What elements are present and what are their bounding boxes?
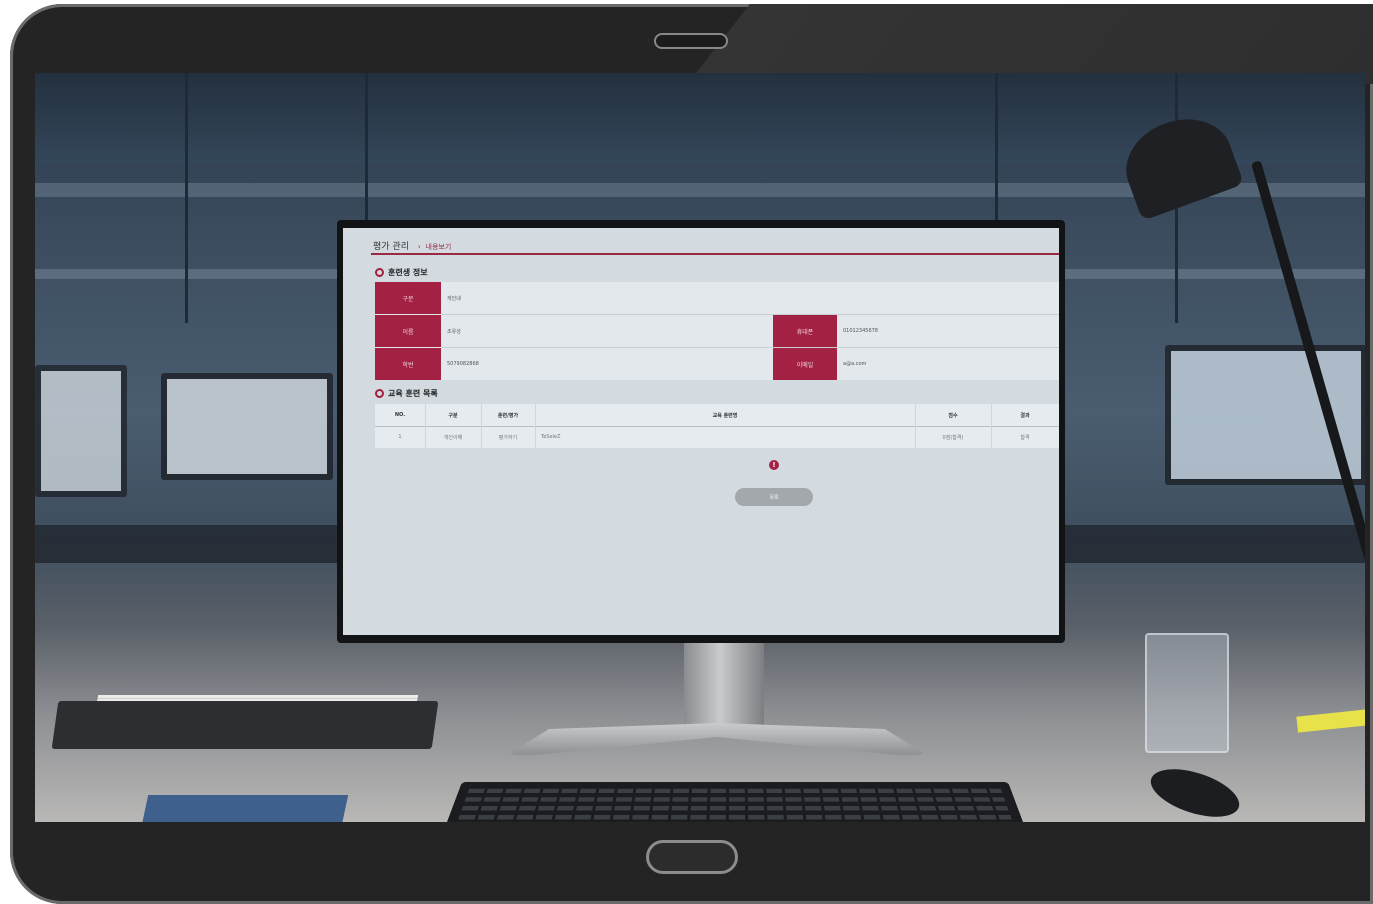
field-value-phone: 01012345678 [843, 328, 878, 334]
column-header-no[interactable]: NO. [375, 404, 425, 426]
key-row [458, 814, 1012, 820]
column-header-result[interactable]: 결과 [991, 404, 1059, 426]
field-label-phone: 휴대폰 [773, 315, 837, 347]
tablet-glare [687, 4, 1373, 84]
trainee-info-heading: 훈련생 정보 [375, 267, 428, 278]
background-monitor [1165, 345, 1365, 485]
pen-cup [1145, 633, 1229, 753]
field-label-id: 학번 [375, 348, 441, 380]
column-header-type[interactable]: 구분 [425, 404, 481, 426]
circle-bullet-icon [375, 268, 384, 277]
breadcrumb-separator: › [417, 243, 421, 251]
table-cell-course[interactable]: TeSeleZ [541, 426, 915, 448]
clipboard [51, 701, 439, 749]
field-value-name: 조유성 [447, 328, 461, 335]
table-cell-kind: 평가하기 [498, 434, 518, 441]
table-cell-score: 0점(합격) [942, 434, 964, 441]
alert-icon: ! [769, 460, 779, 470]
trainee-info-table: 구분 개인내 이름 조유성 학번 5079082868 휴대폰 01012345… [375, 282, 1059, 380]
field-value-id: 5079082868 [447, 361, 479, 367]
field-label-name: 이름 [375, 315, 441, 347]
table-cell-no: 1 [398, 434, 402, 440]
column-header-course[interactable]: 교육 훈련명 [535, 404, 915, 426]
row-divider [441, 347, 1059, 348]
breadcrumb-current[interactable]: 내용보기 [426, 243, 452, 251]
sticky-note [1296, 709, 1365, 733]
notebook [141, 795, 349, 822]
tablet-frame: 평가 관리 › 내용보기 훈련생 정보 구분 개인내 이름 조유성 학번 507… [10, 4, 1373, 904]
table-cell-type: 개인이해 [443, 434, 463, 441]
list-button[interactable]: 목록 [735, 488, 813, 506]
breadcrumb: 평가 관리 › 내용보기 [373, 239, 451, 252]
training-list-heading: 교육 훈련 목록 [375, 388, 438, 399]
field-label-type: 구분 [375, 282, 441, 314]
column-header-score[interactable]: 점수 [915, 404, 991, 426]
office-photo: 평가 관리 › 내용보기 훈련생 정보 구분 개인내 이름 조유성 학번 507… [35, 73, 1365, 822]
window-column [185, 73, 188, 323]
monitor-screen: 평가 관리 › 내용보기 훈련생 정보 구분 개인내 이름 조유성 학번 507… [343, 228, 1059, 635]
field-label-email: 이메일 [773, 348, 837, 380]
desktop-monitor: 평가 관리 › 내용보기 훈련생 정보 구분 개인내 이름 조유성 학번 507… [337, 220, 1065, 643]
circle-bullet-icon [375, 389, 384, 398]
key-row [461, 806, 1009, 811]
background-monitor [161, 373, 333, 480]
table-cell-result: 합격 [1020, 434, 1030, 441]
background-monitor [35, 365, 127, 497]
breadcrumb-title: 평가 관리 [373, 242, 409, 252]
speaker-slot-icon [654, 33, 728, 49]
home-button-icon[interactable] [646, 840, 738, 874]
mouse [1145, 759, 1245, 822]
monitor-stand-neck [684, 633, 764, 729]
column-header-kind[interactable]: 훈련/평가 [481, 404, 535, 426]
row-divider [441, 314, 1059, 315]
keyboard [443, 782, 1027, 822]
key-row [464, 797, 1006, 802]
training-list-table: NO. 구분 훈련/평가 교육 훈련명 점수 결과 1 개인이해 평가하기 Te… [375, 404, 1059, 448]
field-value-type: 개인내 [447, 295, 461, 302]
breadcrumb-divider [371, 253, 1059, 255]
key-row [467, 788, 1003, 793]
field-value-email: a@a.com [843, 361, 867, 367]
